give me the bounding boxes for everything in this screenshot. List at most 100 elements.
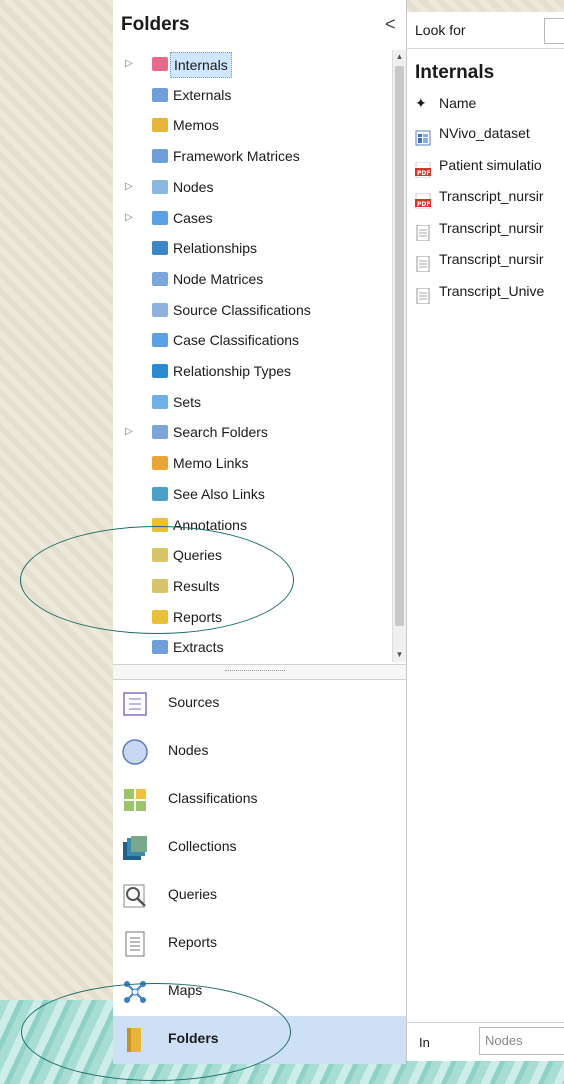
nav-button-classifications[interactable]: Classifications (113, 776, 406, 824)
nav-header: Folders < (113, 12, 406, 48)
tree-item-label: Nodes (173, 178, 214, 195)
list-item-name: Patient simulatio (439, 156, 542, 173)
pin-icon[interactable]: ✦ (415, 90, 427, 116)
tree-item[interactable]: Extracts (113, 633, 390, 661)
list-item-name: Transcript_nursir (439, 188, 544, 204)
nav-button-queries[interactable]: Queries (113, 872, 406, 920)
tree-item-label: See Also Links (173, 485, 265, 502)
tree-item-label: Memo Links (173, 455, 249, 472)
tree-item[interactable]: Framework Matrices (113, 142, 390, 170)
tree-item-label: Relationships (173, 240, 258, 257)
list-item[interactable]: PDF Transcript_nursir (407, 181, 564, 212)
tree-item-label: Framework Matrices (173, 148, 300, 165)
nav-title: Folders (121, 14, 190, 35)
svg-text:PDF: PDF (417, 170, 430, 177)
svg-text:PDF: PDF (417, 201, 430, 208)
sources-icon (121, 690, 149, 718)
tree-item[interactable]: Memo Links (113, 449, 390, 477)
tree-item[interactable]: ▷ Search Folders (113, 418, 390, 446)
find-in-bar: In Nodes (407, 1022, 564, 1061)
externals-icon (152, 87, 168, 102)
document-icon (415, 284, 430, 304)
tree-item[interactable]: ▷ Internals (113, 50, 390, 78)
highlight-circle-folders (21, 983, 291, 1081)
collapse-pane-button[interactable]: < (385, 14, 396, 35)
tree-item[interactable]: Relationship Types (113, 357, 390, 385)
tree-item[interactable]: Sets (113, 388, 390, 416)
reports-doc-icon (121, 930, 149, 958)
sets-icon (152, 394, 168, 409)
dataset-icon (415, 126, 431, 146)
list-item[interactable]: Transcript_Unive (407, 276, 564, 307)
extracts-icon (152, 640, 168, 655)
tree-item[interactable]: Memos (113, 111, 390, 139)
relationships-icon (152, 241, 168, 256)
list-item[interactable]: Transcript_nursir (407, 244, 564, 275)
nav-button-nodes[interactable]: Nodes (113, 728, 406, 776)
tree-item-label: Search Folders (173, 424, 268, 441)
detail-panel: Look for Internals ✦ Name NVivo_dataset P… (407, 12, 564, 1061)
list-item[interactable]: PDF Patient simulatio (407, 150, 564, 181)
pdf-icon: PDF (415, 158, 431, 178)
nav-button-collections[interactable]: Collections (113, 824, 406, 872)
tree-item-label: Case Classifications (173, 332, 300, 349)
highlight-circle-queries (20, 526, 294, 634)
scrollbar-thumb[interactable] (395, 66, 404, 626)
nodes-circle-icon (121, 738, 149, 766)
tree-item-label: Sets (173, 393, 202, 410)
nav-button-reports[interactable]: Reports (113, 920, 406, 968)
tree-item[interactable]: Node Matrices (113, 265, 390, 293)
source-classifications-icon (152, 302, 168, 317)
nodes-icon (152, 179, 168, 194)
pane-splitter[interactable] (113, 664, 406, 680)
tree-item-label: Extracts (173, 639, 224, 656)
search-folders-icon (152, 425, 168, 440)
tree-item[interactable]: Source Classifications (113, 296, 390, 324)
expand-arrow-icon[interactable]: ▷ (125, 418, 133, 446)
look-for-input[interactable] (544, 18, 564, 44)
memos-icon (152, 118, 168, 133)
relationship-types-icon (152, 364, 168, 378)
tree-item[interactable]: Relationships (113, 234, 390, 262)
list-item[interactable]: Transcript_nursir (407, 213, 564, 244)
internals-icon (152, 57, 168, 71)
nav-button-label: Nodes (168, 742, 209, 758)
tree-item-label: Cases (173, 209, 213, 226)
scroll-up-icon[interactable]: ▲ (393, 50, 406, 64)
list-header: ✦ Name (407, 90, 564, 116)
column-header-name[interactable]: Name (439, 90, 476, 116)
case-classifications-icon (152, 333, 168, 348)
tree-item-label: Relationship Types (173, 363, 292, 379)
document-icon (415, 221, 430, 241)
expand-arrow-icon[interactable]: ▷ (125, 204, 133, 232)
tree-scrollbar[interactable]: ▲ ▼ (392, 50, 406, 662)
collections-icon (121, 834, 149, 862)
node-matrices-icon (152, 271, 168, 286)
memo-links-icon (152, 456, 168, 471)
tree-item[interactable]: Case Classifications (113, 326, 390, 354)
expand-arrow-icon[interactable]: ▷ (125, 50, 133, 78)
list-item[interactable]: NVivo_dataset (407, 118, 564, 149)
classifications-icon (121, 786, 149, 814)
tree-item-label: Internals (170, 52, 232, 78)
tree-item[interactable]: ▷ Cases (113, 204, 390, 232)
scroll-down-icon[interactable]: ▼ (393, 648, 406, 662)
expand-arrow-icon[interactable]: ▷ (125, 173, 133, 201)
cases-icon (152, 210, 168, 225)
in-field-value: Nodes (485, 1033, 523, 1048)
nav-button-label: Collections (168, 838, 237, 854)
tree-item[interactable]: See Also Links (113, 480, 390, 508)
tree-item[interactable]: ▷ Nodes (113, 173, 390, 201)
splitter-grip-icon[interactable] (225, 670, 285, 673)
nav-button-label: Sources (168, 694, 220, 710)
in-field[interactable]: Nodes (479, 1027, 564, 1055)
tree-item[interactable]: Externals (113, 81, 390, 109)
list-item-name: NVivo_dataset (439, 125, 530, 141)
list-item-name: Transcript_nursir (439, 251, 544, 267)
document-icon (415, 252, 430, 273)
queries-magnifier-icon (121, 882, 149, 910)
nav-button-sources[interactable]: Sources (113, 680, 406, 728)
look-for-label: Look for (415, 22, 466, 38)
nav-button-label: Reports (168, 934, 218, 950)
framework-matrices-icon (152, 149, 168, 164)
